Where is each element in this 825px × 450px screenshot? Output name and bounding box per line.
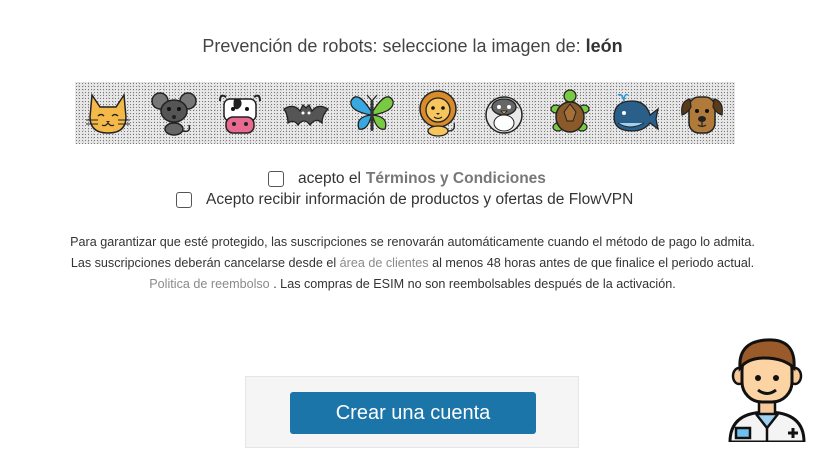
captcha-tile-penguin[interactable] <box>471 82 537 144</box>
captcha-prompt-text: Prevención de robots: seleccione la imag… <box>202 36 581 56</box>
info-line-2-b: al menos 48 horas antes de que finalice … <box>432 256 755 270</box>
mouse-icon <box>151 92 197 136</box>
marketing-label: Acepto recibir información de productos … <box>206 191 634 208</box>
captcha-tile-mouse[interactable] <box>141 82 207 144</box>
captcha-tile-butterfly[interactable] <box>339 82 405 144</box>
lion-icon <box>419 90 457 137</box>
captcha-tile-cat[interactable] <box>75 82 141 144</box>
captcha-tile-cow[interactable] <box>207 82 273 144</box>
bat-icon <box>283 103 330 127</box>
captcha-tile-dog[interactable] <box>669 82 735 144</box>
captcha-tile-lion[interactable] <box>405 82 471 144</box>
info-line-1: Para garantizar que esté protegido, las … <box>70 235 755 249</box>
info-line-2: Las suscripciones deberán cancelarse des… <box>0 253 825 274</box>
refund-policy-link[interactable]: Politica de reembolso <box>149 277 269 291</box>
dog-icon <box>681 96 723 134</box>
captcha-tile-turtle[interactable] <box>537 82 603 144</box>
captcha-target: león <box>585 36 623 56</box>
whale-icon <box>613 93 659 132</box>
subscription-info: Para garantizar que esté protegido, las … <box>0 232 825 295</box>
doctor-avatar-icon <box>728 338 806 442</box>
penguin-icon <box>485 96 523 134</box>
captcha-tile-bat[interactable] <box>273 82 339 144</box>
cat-icon <box>86 92 130 134</box>
info-line-2-a: Las suscripciones deberán cancelarse des… <box>70 256 337 270</box>
captcha-prompt: Prevención de robots: seleccione la imag… <box>0 36 825 57</box>
turtle-icon <box>550 89 590 133</box>
info-line-3: Politica de reembolso . Las compras de E… <box>0 274 825 295</box>
create-account-button[interactable]: Crear una cuenta <box>290 392 536 434</box>
terms-link[interactable]: Términos y Condiciones <box>366 170 546 188</box>
captcha-image-row <box>75 82 735 144</box>
terms-checkbox[interactable] <box>268 171 284 187</box>
marketing-checkbox[interactable] <box>176 192 192 208</box>
captcha-tile-whale[interactable] <box>603 82 669 144</box>
client-area-link[interactable]: área de clientes <box>340 256 429 270</box>
marketing-row: Acepto recibir información de productos … <box>176 191 633 209</box>
butterfly-icon <box>350 94 394 131</box>
terms-prefix: acepto el <box>298 170 361 187</box>
button-container: Crear una cuenta <box>245 376 579 448</box>
info-line-3-b: . Las compras de ESIM no son reembolsabl… <box>273 277 676 291</box>
cow-icon <box>219 94 261 134</box>
terms-row: acepto el Términos y Condiciones <box>268 170 546 188</box>
